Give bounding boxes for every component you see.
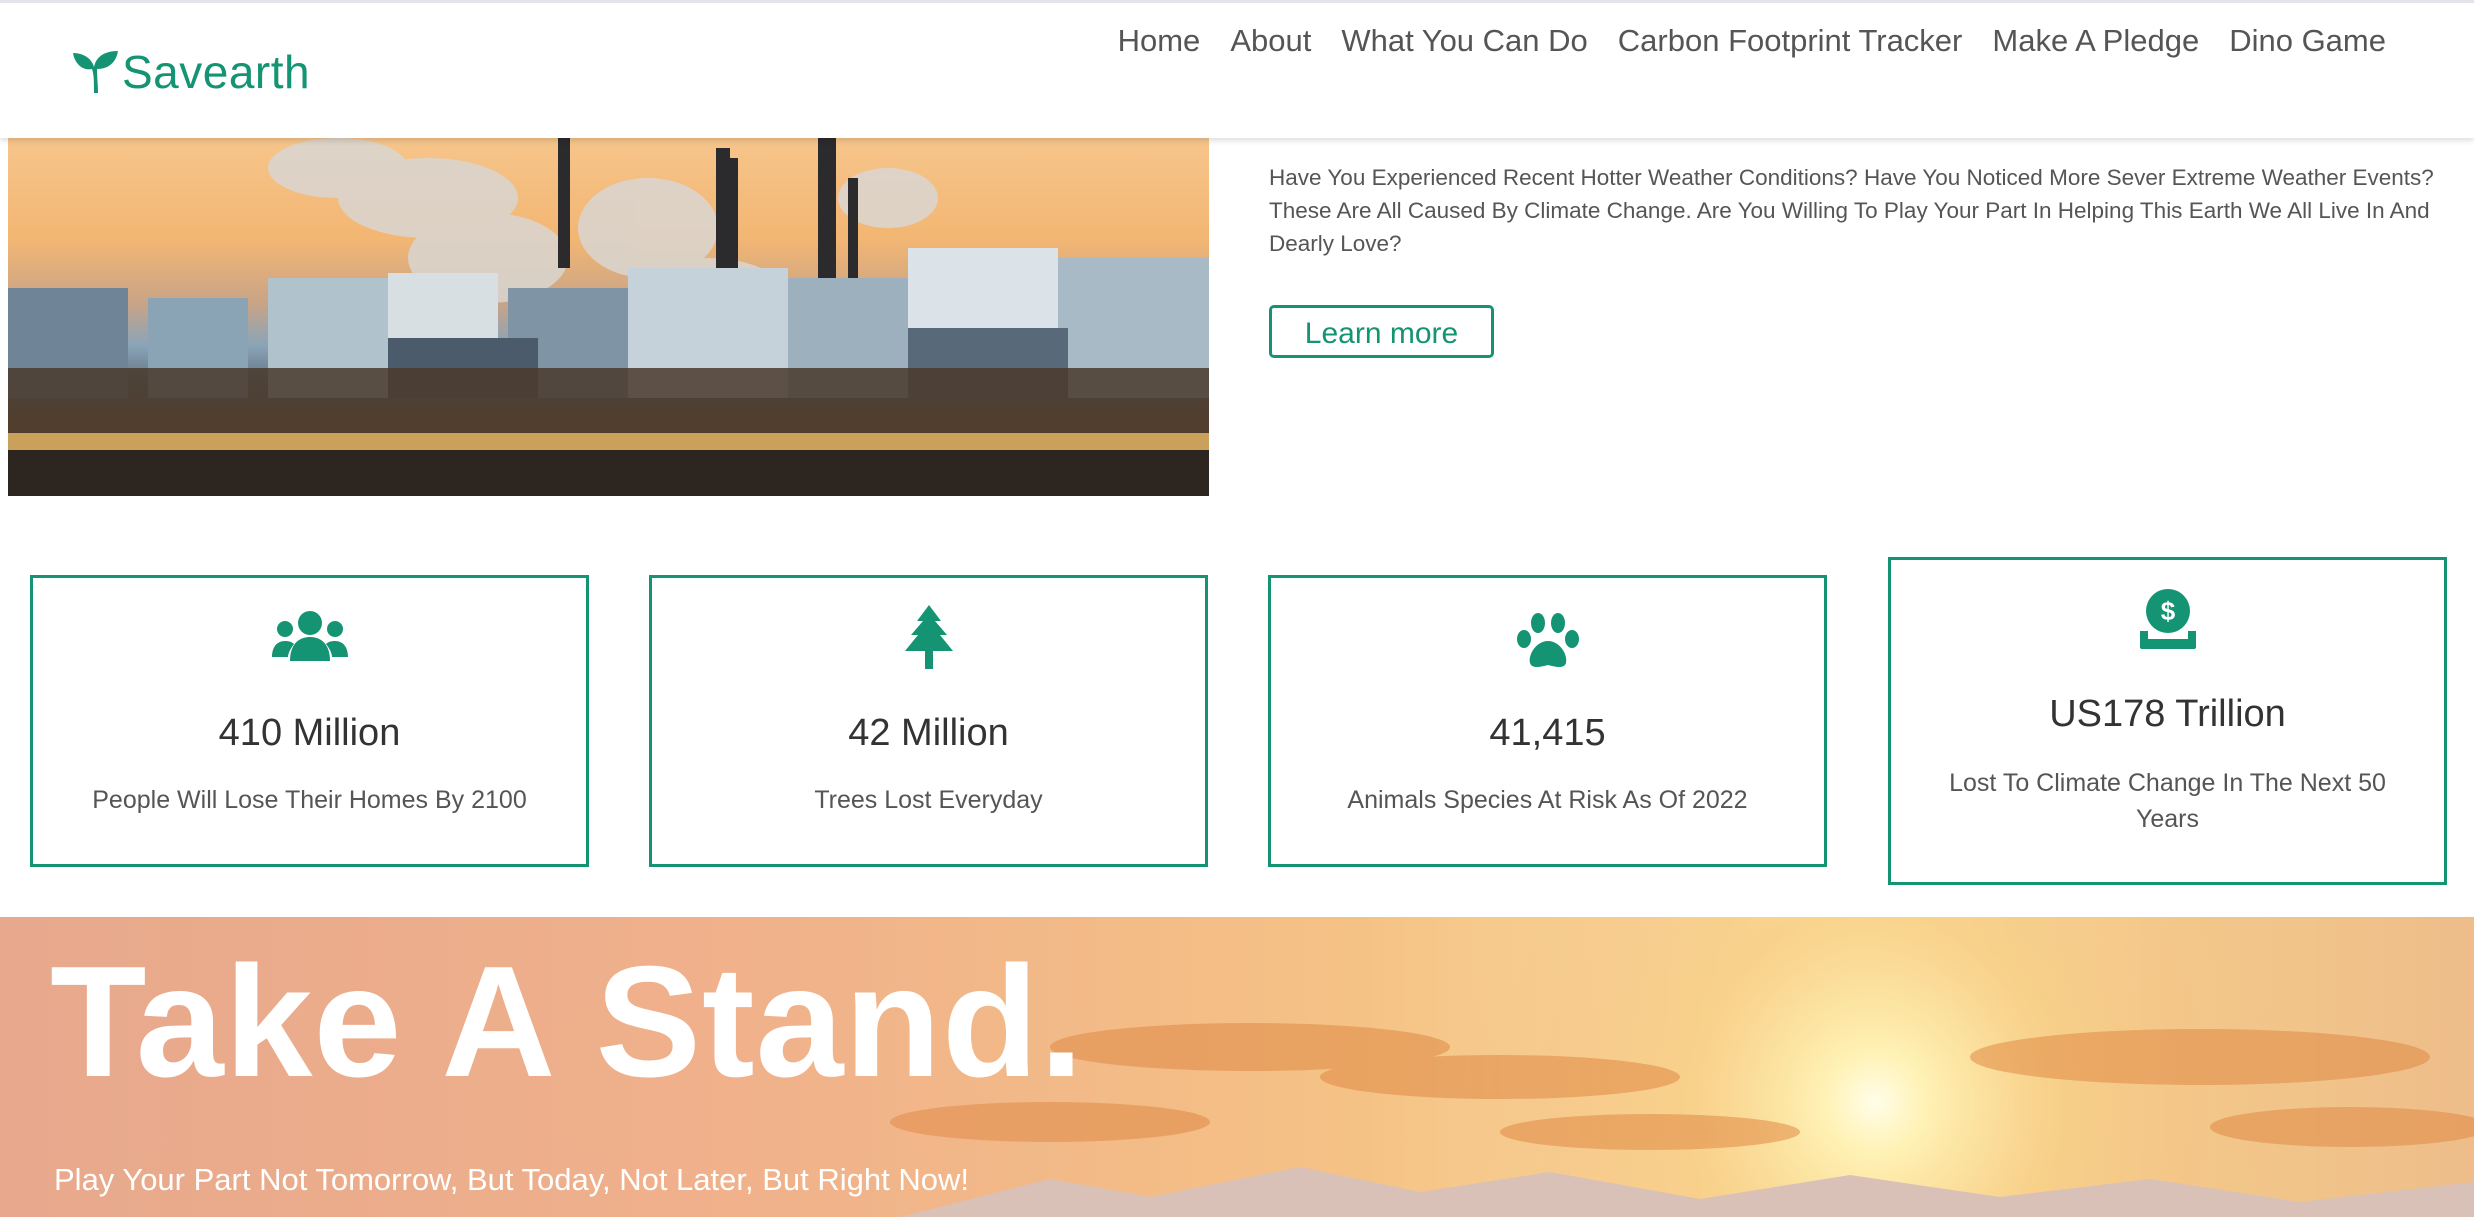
- paw-icon: [1516, 611, 1580, 674]
- stat-value: US178 Trillion: [2049, 693, 2286, 735]
- seedling-icon: [73, 51, 118, 93]
- stat-value: 42 Million: [848, 712, 1009, 754]
- stat-card-species: 41,415 Animals Species At Risk As Of 202…: [1268, 575, 1827, 867]
- factory-image: [8, 138, 1209, 496]
- banner-title: Take A Stand.: [50, 934, 1085, 1110]
- money-hand-icon: $: [2136, 589, 2200, 656]
- nav-about[interactable]: About: [1230, 23, 1311, 59]
- learn-more-button[interactable]: Learn more: [1269, 305, 1494, 358]
- stat-label: Trees Lost Everyday: [814, 786, 1043, 814]
- nav-make-a-pledge[interactable]: Make A Pledge: [1992, 23, 2199, 59]
- users-icon: [271, 609, 348, 670]
- brand-name: Savearth: [122, 46, 311, 98]
- site-header: Savearth Home About What You Can Do Carb…: [0, 0, 2474, 138]
- nav-dino-game[interactable]: Dino Game: [2229, 23, 2386, 59]
- nav-home[interactable]: Home: [1118, 23, 1201, 59]
- banner-subtitle: Play Your Part Not Tomorrow, But Today, …: [54, 1162, 969, 1197]
- stat-label: People Will Lose Their Homes By 2100: [92, 786, 527, 814]
- stat-label: Lost To Climate Change In The Next 50 Ye…: [1949, 769, 2386, 833]
- stat-card-homes: 410 Million People Will Lose Their Homes…: [30, 575, 589, 867]
- tree-icon: [904, 605, 953, 674]
- nav-carbon-footprint-tracker[interactable]: Carbon Footprint Tracker: [1618, 23, 1963, 59]
- stat-value: 41,415: [1489, 712, 1606, 754]
- stat-card-trees: 42 Million Trees Lost Everyday: [649, 575, 1208, 867]
- nav-what-you-can-do[interactable]: What You Can Do: [1341, 23, 1587, 59]
- stat-label: Animals Species At Risk As Of 2022: [1347, 786, 1748, 814]
- brand-logo[interactable]: Savearth: [72, 45, 310, 99]
- stat-card-cost: $ US178 Trillion Lost To Climate Change …: [1888, 557, 2447, 885]
- take-a-stand-banner: Take A Stand. Play Your Part Not Tomorro…: [0, 917, 2474, 1217]
- stat-value: 410 Million: [218, 712, 401, 754]
- svg-text:$: $: [2160, 596, 2175, 626]
- main-nav: Home About What You Can Do Carbon Footpr…: [1118, 23, 2386, 59]
- intro-text: Have You Experienced Recent Hotter Weath…: [1269, 165, 2434, 256]
